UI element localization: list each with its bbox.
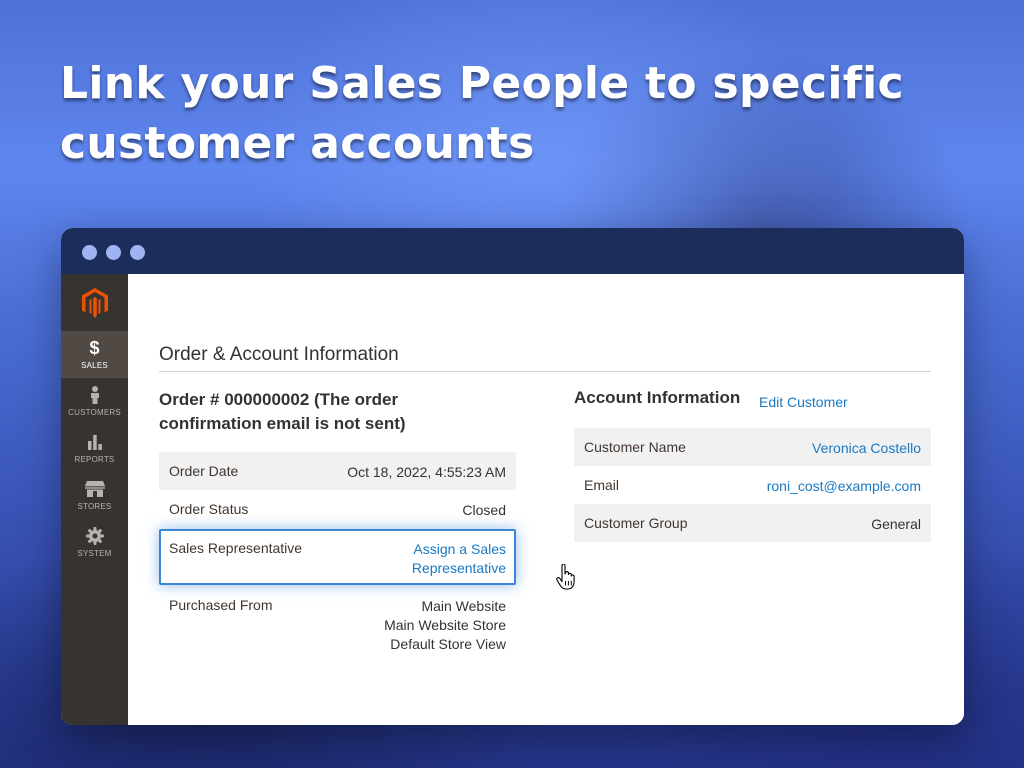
- email-label: Email: [584, 477, 620, 493]
- purchased-from-store-view: Default Store View: [390, 636, 506, 652]
- purchased-from-row: Purchased From Main Website Main Website…: [159, 586, 516, 656]
- person-icon: [61, 385, 128, 405]
- window-dot-close[interactable]: [82, 245, 97, 260]
- order-date-row: Order Date Oct 18, 2022, 4:55:23 AM: [159, 452, 516, 490]
- purchased-from-label: Purchased From: [169, 597, 273, 613]
- window-dot-maximize[interactable]: [130, 245, 145, 260]
- email-row: Email roni_cost@example.com: [574, 466, 931, 504]
- sidebar-item-label: CUSTOMERS: [68, 408, 121, 417]
- sidebar-item-stores[interactable]: STORES: [61, 472, 128, 519]
- sidebar-item-system[interactable]: SYSTEM: [61, 519, 128, 566]
- dollar-icon: $: [89, 338, 100, 358]
- purchased-from-store: Main Website Store: [384, 617, 506, 633]
- order-date-value: Oct 18, 2022, 4:55:23 AM: [347, 464, 506, 480]
- sidebar-item-sales[interactable]: $ SALES: [61, 331, 128, 378]
- purchased-from-website: Main Website: [421, 598, 506, 614]
- section-divider: [159, 371, 931, 372]
- sidebar-item-reports[interactable]: REPORTS: [61, 425, 128, 472]
- hand-pointer-cursor-icon: [556, 564, 575, 590]
- order-status-label: Order Status: [169, 501, 249, 517]
- purchased-from-value: Main Website Main Website Store Default …: [384, 597, 506, 654]
- order-heading: Order # 000000002 (The order confirmatio…: [159, 390, 406, 433]
- order-status-row: Order Status Closed: [159, 490, 516, 528]
- gear-icon: [61, 526, 128, 546]
- edit-customer-link[interactable]: Edit Customer: [759, 394, 848, 410]
- customer-group-value: General: [871, 516, 921, 532]
- app-window: $ SALES CUSTOMERS REPORTS STORES SYSTEM …: [61, 228, 964, 725]
- customer-name-link[interactable]: Veronica Costello: [812, 439, 921, 458]
- window-dot-minimize[interactable]: [106, 245, 121, 260]
- headline: Link your Sales People to specific custo…: [60, 58, 904, 169]
- order-status-value: Closed: [462, 502, 506, 518]
- sidebar-item-label: SYSTEM: [77, 549, 112, 558]
- customer-group-row: Customer Group General: [574, 504, 931, 542]
- section-title: Order & Account Information: [159, 344, 399, 365]
- sidebar-item-label: SALES: [81, 361, 108, 370]
- account-info-heading: Account Information: [574, 388, 741, 407]
- sidebar-item-customers[interactable]: CUSTOMERS: [61, 378, 128, 425]
- bar-chart-icon: [61, 432, 128, 452]
- magento-logo[interactable]: [61, 274, 128, 331]
- sales-representative-row: Sales Representative Assign a Sales Repr…: [159, 529, 516, 585]
- sales-representative-label: Sales Representative: [169, 540, 303, 556]
- sidebar-item-label: STORES: [77, 502, 112, 511]
- storefront-icon: [61, 479, 128, 499]
- window-titlebar: [61, 228, 964, 274]
- email-link[interactable]: roni_cost@example.com: [767, 477, 921, 496]
- customer-name-label: Customer Name: [584, 439, 686, 455]
- customer-name-row: Customer Name Veronica Costello: [574, 428, 931, 466]
- magento-logo-icon: [81, 287, 108, 318]
- sidebar-item-label: REPORTS: [74, 455, 115, 464]
- main-content: Order & Account Information Order # 0000…: [128, 274, 964, 725]
- admin-sidebar: $ SALES CUSTOMERS REPORTS STORES SYSTEM: [61, 274, 128, 725]
- order-date-label: Order Date: [169, 463, 239, 479]
- assign-sales-representative-link[interactable]: Assign a Sales Representative: [386, 540, 506, 578]
- customer-group-label: Customer Group: [584, 515, 688, 531]
